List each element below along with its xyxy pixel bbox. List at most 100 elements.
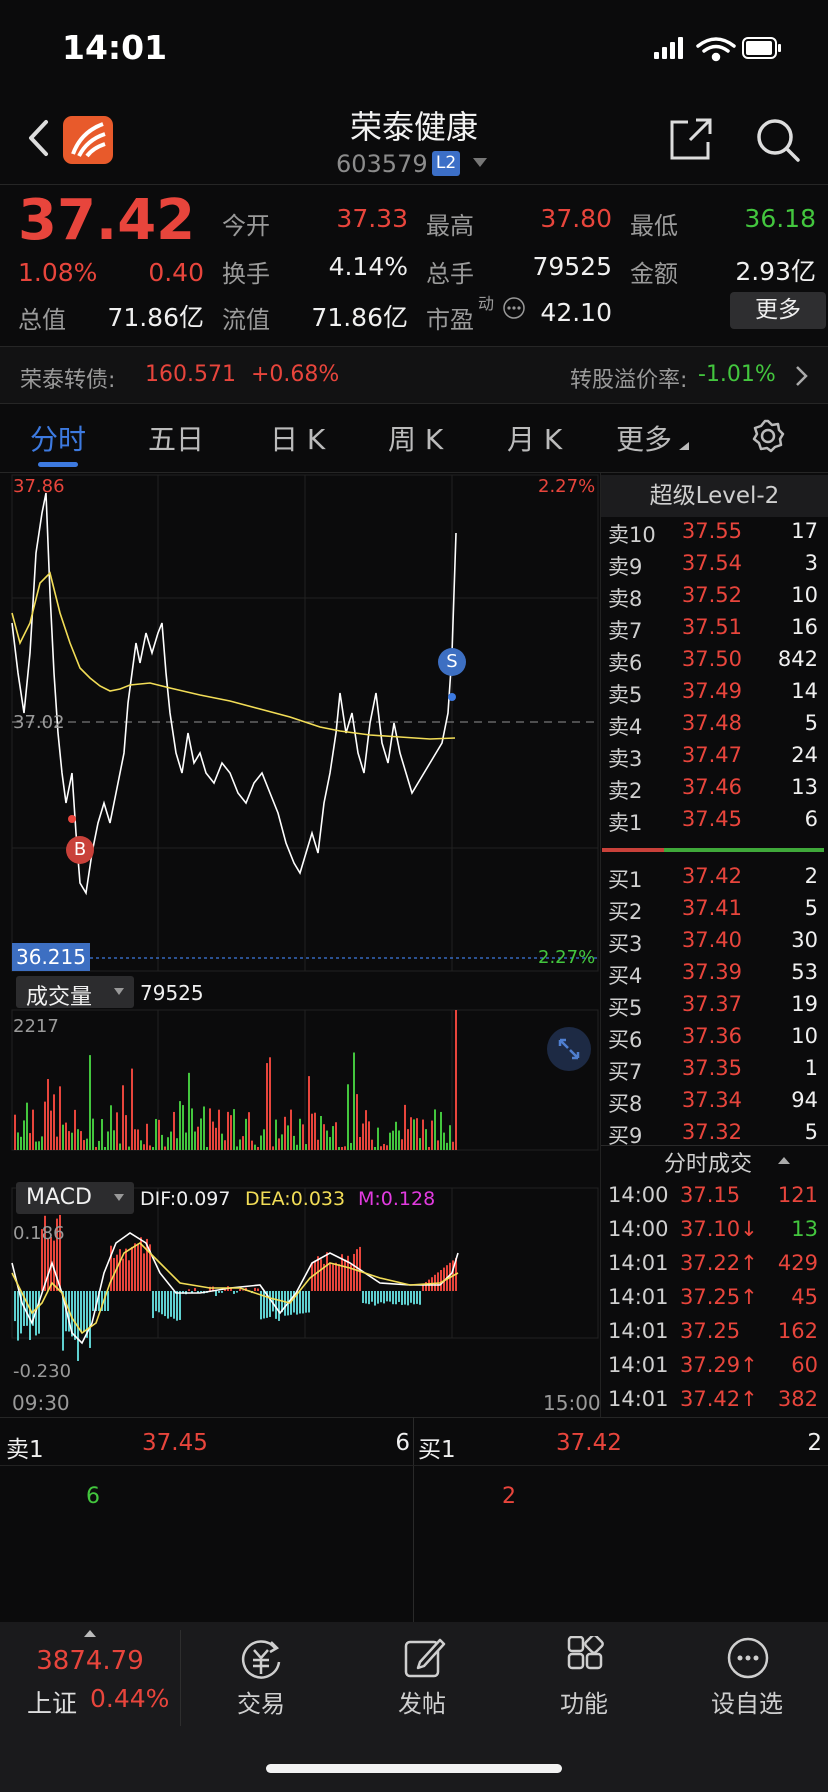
tab-five-day[interactable]: 五日	[148, 418, 204, 458]
volume-bar	[56, 1136, 58, 1150]
volume-bar	[431, 1120, 433, 1150]
macd-histogram-bar	[125, 1248, 127, 1291]
order-book-title[interactable]: 超级Level-2	[601, 475, 828, 517]
chevron-down-icon	[114, 1194, 124, 1201]
bid-price: 37.42	[681, 864, 742, 888]
volume-bar	[401, 1139, 403, 1150]
sell-marker[interactable]: S	[438, 648, 466, 676]
functions-icon[interactable]	[566, 1636, 606, 1676]
tab-more[interactable]: 更多	[616, 418, 672, 458]
volume-bar	[380, 1146, 382, 1150]
nav-trade[interactable]: 交易	[201, 1684, 321, 1719]
volume-bar	[260, 1135, 262, 1150]
expand-icon[interactable]	[546, 1026, 592, 1072]
macd-histogram-bar	[29, 1291, 31, 1340]
volume-bar	[161, 1134, 163, 1150]
tab-daily-k[interactable]: 日 K	[270, 418, 325, 458]
settings-icon[interactable]	[750, 418, 786, 454]
post-icon[interactable]	[402, 1636, 446, 1680]
volume-bar	[362, 1123, 364, 1150]
trade-icon[interactable]	[237, 1638, 285, 1682]
ask-volume: 5	[804, 711, 818, 735]
macd-m: M:0.128	[358, 1188, 436, 1210]
trade-volume: 382	[777, 1387, 818, 1411]
volume-bar	[248, 1112, 250, 1150]
more-button[interactable]: 更多	[730, 292, 826, 329]
volume-bar	[218, 1109, 220, 1150]
ask-level-label: 卖10	[608, 523, 656, 547]
ask1-label: 卖1	[6, 1437, 44, 1463]
macd-histogram-bar	[257, 1288, 259, 1291]
volume-bar	[203, 1106, 205, 1150]
volume-bar	[341, 1147, 343, 1150]
index-value[interactable]: 3874.79	[0, 1646, 180, 1676]
nav-post[interactable]: 发帖	[362, 1684, 482, 1719]
chevron-up-icon[interactable]	[778, 1157, 790, 1164]
tab-intraday[interactable]: 分时	[30, 418, 86, 458]
chevron-right-icon[interactable]	[794, 364, 810, 388]
tab-weekly-k[interactable]: 周 K	[388, 418, 443, 458]
macd-histogram-bar	[284, 1291, 286, 1316]
trade-volume: 60	[791, 1353, 818, 1377]
volume-bar	[191, 1108, 193, 1150]
nav-watchlist[interactable]: 设自选	[687, 1684, 807, 1719]
macd-histogram-bar	[242, 1290, 244, 1291]
bid-level-label: 买8	[608, 1092, 643, 1116]
volume-bar	[173, 1111, 175, 1150]
chevron-down-icon	[114, 988, 124, 995]
trade-time: 14:01	[608, 1353, 669, 1377]
bid-level-label: 买7	[608, 1060, 643, 1084]
volume-bar	[374, 1147, 376, 1150]
volume-bar	[311, 1113, 313, 1150]
chevron-down-icon[interactable]	[473, 158, 487, 167]
volume-bar	[296, 1144, 298, 1150]
divider	[0, 1417, 828, 1418]
nav-functions[interactable]: 功能	[524, 1684, 644, 1719]
open-label: 今开	[222, 212, 270, 240]
volume-bar	[98, 1140, 100, 1150]
volume-bar	[206, 1147, 208, 1150]
intraday-chart[interactable]	[0, 473, 600, 1417]
volume-bar	[329, 1137, 331, 1150]
index-name[interactable]: 上证	[27, 1684, 77, 1720]
volume-bar	[155, 1118, 157, 1150]
volume-bar	[344, 1146, 346, 1150]
mktcap-label: 总值	[18, 306, 66, 334]
volume-bar	[170, 1131, 172, 1150]
share-icon[interactable]	[668, 116, 714, 162]
search-icon[interactable]	[754, 116, 802, 164]
more-circle-icon[interactable]	[726, 1636, 770, 1680]
macd-histogram-bar	[254, 1287, 256, 1291]
bid-level-label: 买2	[608, 900, 643, 924]
level2-badge[interactable]: L2	[432, 151, 460, 176]
bid-price: 37.39	[681, 960, 742, 984]
volume-bar	[314, 1112, 316, 1150]
volume-bar	[92, 1118, 94, 1150]
float-value: 71.86亿	[311, 303, 408, 332]
macd-histogram-bar	[389, 1291, 391, 1302]
ask1-volume: 6	[395, 1430, 410, 1456]
tab-monthly-k[interactable]: 月 K	[507, 418, 562, 458]
macd-histogram-bar	[218, 1291, 220, 1293]
volume-bar	[443, 1132, 445, 1150]
volume-bar	[17, 1132, 19, 1150]
volume-bar	[122, 1085, 124, 1150]
index-percent[interactable]: 0.44%	[90, 1684, 169, 1713]
change-percent: 1.08%	[18, 258, 98, 287]
buy-marker[interactable]: B	[66, 836, 94, 864]
volume-bar	[365, 1110, 367, 1150]
premium-value: -1.01%	[698, 362, 776, 387]
macd-histogram-bar	[275, 1291, 277, 1319]
trades-title[interactable]: 分时成交	[664, 1146, 752, 1178]
volume-bar	[317, 1139, 319, 1150]
ask-volume: 10	[791, 583, 818, 607]
mktcap-value: 71.86亿	[107, 303, 204, 332]
macd-histogram-bar	[80, 1291, 82, 1332]
chevron-up-icon[interactable]	[84, 1630, 96, 1637]
macd-histogram-bar	[335, 1262, 337, 1291]
macd-histogram-bar	[155, 1291, 157, 1312]
volume-bar	[65, 1122, 67, 1150]
volume-bar	[185, 1132, 187, 1150]
volume-bar	[413, 1119, 415, 1150]
trade-time: 14:01	[608, 1319, 669, 1343]
